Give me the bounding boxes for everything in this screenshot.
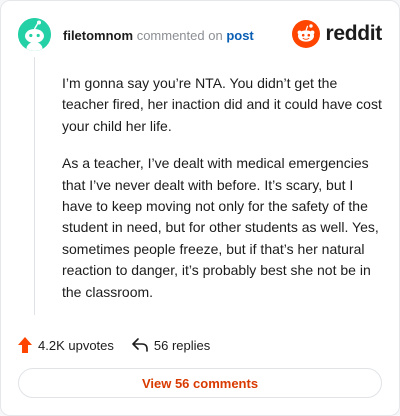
byline: filetomnom commented on post xyxy=(63,28,254,43)
comment-card: filetomnom commented on post reddit I’m … xyxy=(0,0,400,416)
reply-button[interactable]: 56 replies xyxy=(132,338,210,353)
thread-line xyxy=(34,57,35,315)
upvote-button[interactable]: 4.2K upvotes xyxy=(18,337,114,353)
reply-count: 56 replies xyxy=(153,337,211,353)
reddit-wordmark: reddit xyxy=(325,22,382,45)
comment-paragraph-1: I’m gonna say you’re NTA. You didn’t get… xyxy=(62,75,382,134)
view-comments-button[interactable]: View 56 comments xyxy=(18,368,382,398)
upvote-count: 4.2K upvotes xyxy=(38,337,114,353)
snoo-avatar-icon[interactable] xyxy=(18,18,51,51)
reddit-logo[interactable]: reddit xyxy=(292,20,382,48)
action-text: commented on xyxy=(136,28,223,43)
post-link[interactable]: post xyxy=(226,28,253,43)
username-link[interactable]: filetomnom xyxy=(63,28,133,43)
comment-paragraph-2: As a teacher, I’ve dealt with medical em… xyxy=(62,155,379,300)
comment-header: filetomnom commented on post reddit xyxy=(18,15,382,53)
comment-actions: 4.2K upvotes 56 replies xyxy=(18,333,228,357)
upvote-arrow-icon xyxy=(18,337,32,353)
reply-arrow-icon xyxy=(132,338,148,352)
comment-body: I’m gonna say you’re NTA. You didn’t get… xyxy=(62,73,382,319)
reddit-logo-icon xyxy=(292,20,321,48)
